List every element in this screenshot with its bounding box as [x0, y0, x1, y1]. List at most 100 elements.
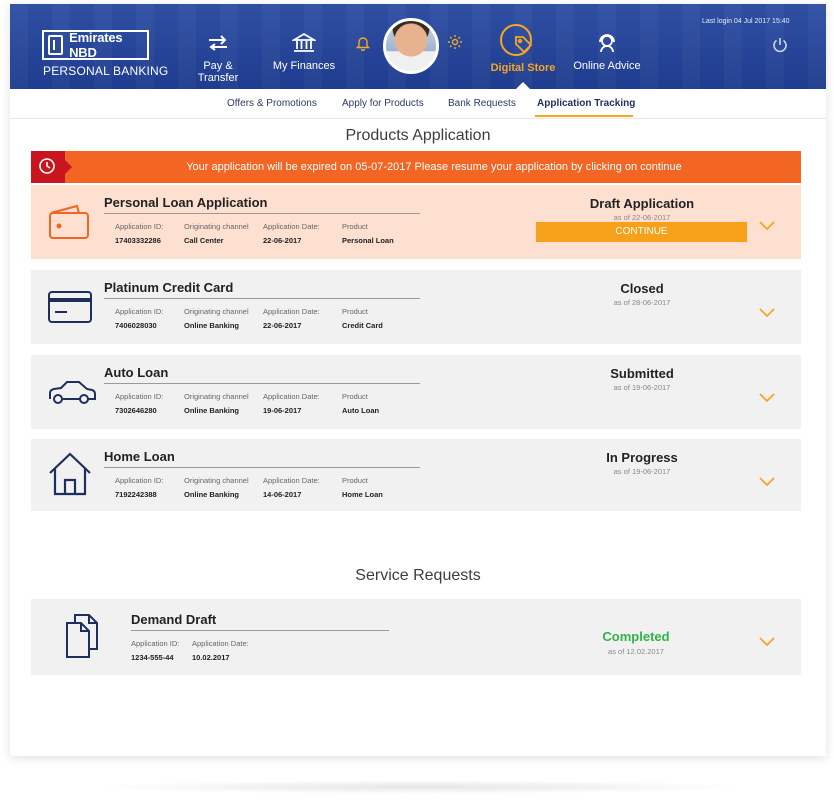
wallet-icon — [49, 204, 89, 239]
nav-digital-store[interactable]: Digital Store — [488, 32, 558, 74]
product-label: Product — [342, 392, 368, 401]
expiry-message: Your application will be expired on 05-0… — [186, 161, 682, 173]
application-date-value: 22-06-2017 — [263, 236, 302, 245]
nav-label: Online Advice — [573, 60, 641, 72]
chevron-down-icon[interactable] — [759, 637, 775, 647]
personal-banking-label: PERSONAL BANKING — [43, 64, 169, 78]
products-application-title: Products Application — [345, 127, 491, 144]
application-date-label: Application Date: — [263, 476, 320, 485]
chevron-down-icon[interactable] — [759, 393, 775, 403]
status-date: as of 12.02.2017 — [608, 647, 664, 656]
expiry-alert-banner: Your application will be expired on 05-0… — [31, 151, 801, 183]
nav-label: My Finances — [272, 60, 336, 72]
channel-label: Originating channel — [184, 307, 249, 316]
application-card-credit-card[interactable]: Platinum Credit Card Application ID: 740… — [31, 270, 801, 344]
product-value: Home Loan — [342, 490, 383, 499]
application-id-value: 7406028030 — [115, 321, 157, 330]
channel-label: Originating channel — [184, 392, 249, 401]
nav-online-advice[interactable]: Online Advice — [572, 32, 642, 72]
product-value: Auto Loan — [342, 406, 380, 415]
car-icon — [49, 381, 96, 404]
transfer-arrows-icon — [209, 35, 227, 51]
power-logout-icon[interactable] — [771, 36, 789, 54]
application-id-value: 7192242388 — [115, 490, 157, 499]
subnav-application-tracking[interactable]: Application Tracking — [537, 98, 635, 109]
nav-pay-transfer[interactable]: Pay & Transfer — [182, 32, 254, 84]
subnav-offers-promotions[interactable]: Offers & Promotions — [227, 98, 317, 109]
app-frame: Emirates NBD PERSONAL BANKING Pay & Tran… — [10, 4, 826, 756]
product-label: Product — [342, 222, 368, 231]
application-title: Platinum Credit Card — [104, 280, 234, 295]
application-id-label: Application ID: — [115, 222, 164, 231]
product-label: Product — [342, 307, 368, 316]
status-date: as of 19-06-2017 — [613, 467, 671, 476]
chevron-down-icon[interactable] — [759, 308, 775, 318]
application-id-value: 1234-555-44 — [131, 653, 174, 662]
application-id-label: Application ID: — [115, 476, 164, 485]
service-title: Demand Draft — [131, 612, 217, 627]
application-date-label: Application Date: — [263, 222, 320, 231]
logo-mark-icon — [48, 35, 64, 55]
application-date-value: 19-06-2017 — [263, 406, 302, 415]
application-card-auto-loan[interactable]: Auto Loan Application ID: 7302646280 Ori… — [31, 355, 801, 429]
subnav-apply-for-products[interactable]: Apply for Products — [342, 98, 424, 109]
title-divider — [104, 383, 420, 384]
product-value: Credit Card — [342, 321, 383, 330]
channel-value: Call Center — [184, 236, 224, 245]
continue-button[interactable]: CONTINUE — [536, 222, 747, 242]
chevron-down-icon[interactable] — [759, 221, 775, 231]
chevron-down-icon[interactable] — [759, 477, 775, 487]
bell-icon[interactable] — [356, 35, 370, 51]
application-title: Personal Loan Application — [104, 195, 268, 210]
application-id-value: 17403332286 — [115, 236, 161, 245]
application-id-label: Application ID: — [115, 392, 164, 401]
emirates-nbd-logo[interactable]: Emirates NBD — [42, 30, 149, 60]
active-tab-underline — [535, 115, 633, 117]
product-value: Personal Loan — [342, 236, 394, 245]
channel-label: Originating channel — [184, 222, 249, 231]
application-date-value: 22-06-2017 — [263, 321, 302, 330]
application-card-home-loan[interactable]: Home Loan Application ID: 7192242388 Ori… — [31, 439, 801, 511]
service-requests-title: Service Requests — [355, 567, 481, 584]
nav-my-finances[interactable]: My Finances — [272, 32, 336, 72]
headset-icon — [599, 34, 615, 53]
channel-value: Online Banking — [184, 406, 240, 415]
status-text: Draft Application — [589, 196, 695, 211]
subnav-bank-requests[interactable]: Bank Requests — [448, 98, 516, 109]
clock-icon — [39, 158, 55, 174]
application-date-value: 10.02.2017 — [192, 653, 230, 662]
last-login-text: Last login 04 Jul 2017 15:40 — [702, 18, 790, 25]
channel-label: Originating channel — [184, 476, 249, 485]
application-card-personal-loan[interactable]: Personal Loan Application Application ID… — [31, 185, 801, 259]
bank-building-icon — [292, 32, 316, 52]
application-date-label: Application Date: — [263, 307, 320, 316]
gear-icon[interactable] — [447, 34, 463, 50]
status-date: as of 19-06-2017 — [613, 383, 671, 392]
status-text: Completed — [602, 629, 670, 644]
application-title: Home Loan — [104, 449, 175, 464]
credit-card-icon — [48, 291, 92, 323]
tag-icon — [515, 36, 533, 54]
title-divider — [104, 298, 420, 299]
title-divider — [131, 630, 389, 631]
status-text: Closed — [620, 281, 664, 296]
channel-value: Online Banking — [184, 321, 240, 330]
top-header: Emirates NBD PERSONAL BANKING Pay & Tran… — [10, 4, 826, 89]
service-card-demand-draft[interactable]: Demand Draft Application ID: 1234-555-44… — [31, 599, 801, 675]
sub-navigation: Offers & Promotions Apply for Products B… — [10, 89, 826, 119]
alert-icon-box — [31, 151, 72, 183]
application-title: Auto Loan — [104, 365, 169, 380]
title-divider — [104, 467, 420, 468]
application-id-label: Application ID: — [115, 307, 164, 316]
title-divider — [104, 213, 420, 214]
application-id-label: Application ID: — [131, 639, 180, 648]
brand-name: Emirates NBD — [69, 30, 123, 60]
status-date: as of 22-06-2017 — [613, 213, 671, 222]
status-date: as of 28-06-2017 — [613, 298, 671, 307]
application-id-value: 7302646280 — [115, 406, 157, 415]
application-date-value: 14-06-2017 — [263, 490, 302, 499]
nav-label: Pay & Transfer — [197, 60, 239, 84]
status-text: Submitted — [610, 366, 674, 381]
house-icon — [49, 452, 91, 496]
user-avatar[interactable] — [383, 18, 439, 74]
